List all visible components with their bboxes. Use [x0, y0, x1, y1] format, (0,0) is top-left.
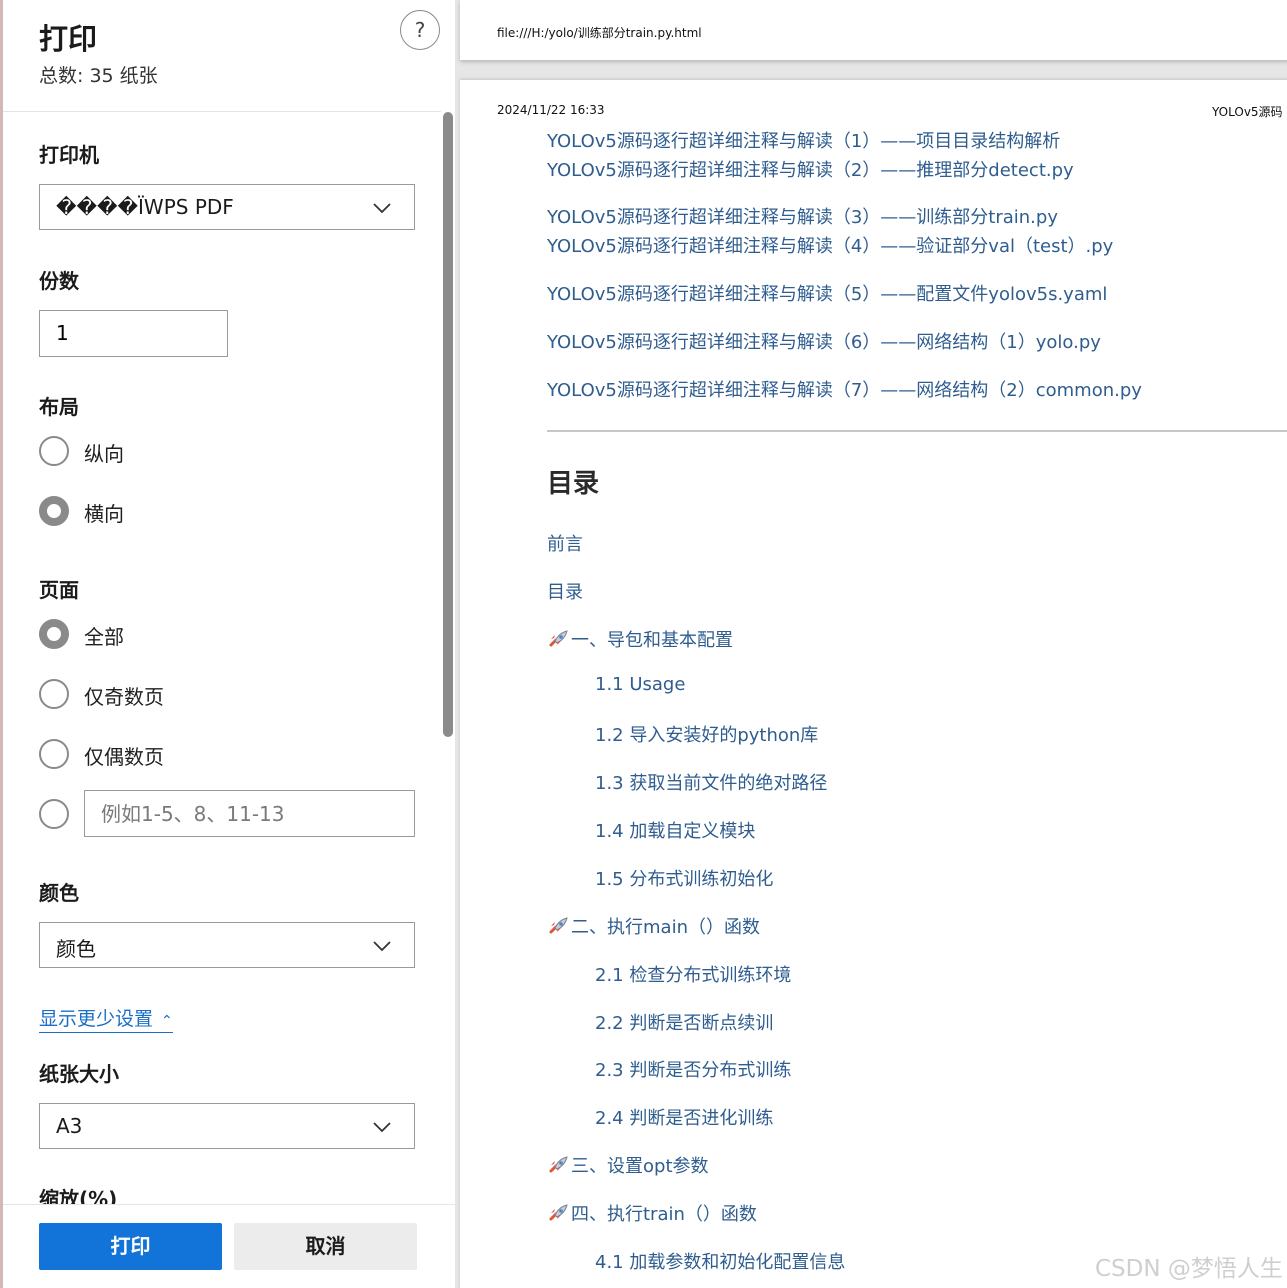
toc-item: 1.2 导入安装好的python库 — [595, 721, 818, 747]
series-link: YOLOv5源码逐行超详细注释与解读（7）——网络结构（2）common.py — [547, 380, 1142, 401]
toc-item-label: 2.2 判断是否断点续训 — [595, 1013, 774, 1034]
page-header-date: 2024/11/22 16:33 — [497, 103, 605, 117]
radio-even-pages[interactable] — [39, 739, 69, 769]
radio-custom-range[interactable] — [39, 799, 69, 829]
series-link: YOLOv5源码逐行超详细注释与解读（4）——验证部分val（test）.py — [547, 236, 1114, 257]
radio-portrait[interactable] — [39, 436, 69, 466]
scale-label: 缩放(%) — [39, 1187, 118, 1204]
toc-item-label: 1.1 Usage — [595, 674, 686, 695]
settings-scroll-area: 打印机 ����ÏWPS PDF 份数 布局 纵向 横向 页面 全部 仅奇数页 … — [3, 112, 441, 1204]
chevron-down-icon — [373, 1122, 391, 1133]
chevron-up-icon: ⌃ — [161, 1013, 173, 1029]
series-link: YOLOv5源码逐行超详细注释与解读（5）——配置文件yolov5s.yaml — [547, 284, 1108, 305]
toc-item-label: 一、导包和基本配置 — [571, 630, 733, 651]
series-link: YOLOv5源码逐行超详细注释与解读（2）——推理部分detect.py — [547, 160, 1074, 181]
toc-item-label: 2.1 检查分布式训练环境 — [595, 965, 792, 986]
fewer-settings-link[interactable]: 显示更少设置 ⌃ — [39, 1004, 173, 1033]
toc-item: 1.5 分布式训练初始化 — [595, 865, 773, 891]
toc-item: 2.2 判断是否断点续训 — [595, 1009, 773, 1035]
fewer-settings-label: 显示更少设置 — [39, 1008, 154, 1030]
copies-field[interactable] — [39, 310, 228, 357]
paper-size-select[interactable]: A3 — [39, 1103, 415, 1149]
toc-item: 2.3 判断是否分布式训练 — [595, 1056, 791, 1082]
action-footer: 打印 取消 — [3, 1204, 455, 1288]
series-link: YOLOv5源码逐行超详细注释与解读（3）——训练部分train.py — [547, 207, 1058, 228]
even-pages-label: 仅偶数页 — [84, 745, 164, 769]
printer-value: ����ÏWPS PDF — [56, 195, 234, 219]
scrollbar-thumb[interactable] — [443, 112, 453, 737]
series-link: YOLOv5源码逐行超详细注释与解读（1）——项目目录结构解析 — [547, 131, 1061, 152]
toc-item: 2.1 检查分布式训练环境 — [595, 961, 791, 987]
toc-item: 二、执行main（）函数 — [547, 913, 760, 939]
printer-select[interactable]: ����ÏWPS PDF — [39, 184, 415, 230]
preview-page-1: file:///H:/yolo/训练部分train.py.html — [460, 0, 1287, 60]
chevron-down-icon — [373, 941, 391, 952]
printer-label: 打印机 — [39, 143, 99, 167]
toc-item-label: 1.3 获取当前文件的绝对路径 — [595, 773, 828, 794]
rocket-icon — [549, 917, 568, 934]
toc-item: 三、设置opt参数 — [547, 1152, 709, 1178]
toc-item: 目录 — [547, 578, 583, 604]
toc-item-label: 三、设置opt参数 — [571, 1156, 709, 1177]
toc-item-label: 二、执行main（）函数 — [571, 917, 760, 938]
landscape-label: 横向 — [84, 502, 124, 526]
print-preview[interactable]: file:///H:/yolo/训练部分train.py.html 2024/1… — [455, 0, 1287, 1288]
radio-odd-pages[interactable] — [39, 679, 69, 709]
toc-item-label: 1.4 加载自定义模块 — [595, 821, 756, 842]
rocket-icon — [549, 1204, 568, 1221]
print-panel: 打印 总数: 35 纸张 ? 打印机 ����ÏWPS PDF 份数 布局 纵向… — [0, 0, 455, 1288]
toc-item: 四、执行train（）函数 — [547, 1200, 757, 1226]
layout-label: 布局 — [39, 395, 79, 419]
pages-label: 页面 — [39, 578, 79, 602]
page-footer-url: file:///H:/yolo/训练部分train.py.html — [497, 26, 702, 40]
settings-scrollbar[interactable] — [441, 112, 455, 1204]
color-label: 颜色 — [39, 881, 79, 905]
rocket-icon — [549, 1156, 568, 1173]
portrait-label: 纵向 — [84, 442, 124, 466]
sheet-count: 总数: 35 纸张 — [39, 65, 158, 87]
radio-all-pages[interactable] — [39, 619, 69, 649]
all-pages-label: 全部 — [84, 625, 124, 649]
page-range-input[interactable] — [101, 802, 401, 826]
toc-item: 4.1 加载参数和初始化配置信息 — [595, 1248, 845, 1274]
preview-page-2: 2024/11/22 16:33 YOLOv5源码 YOLOv5源码逐行超详细注… — [460, 80, 1287, 1288]
paper-size-label: 纸张大小 — [39, 1062, 119, 1086]
color-value: 颜色 — [56, 937, 96, 961]
copies-label: 份数 — [39, 269, 79, 293]
page-header-title: YOLOv5源码 — [1212, 105, 1283, 119]
toc-item: 1.3 获取当前文件的绝对路径 — [595, 769, 827, 795]
panel-title: 打印 — [39, 22, 98, 56]
color-select[interactable]: 颜色 — [39, 922, 415, 968]
toc-item: 一、导包和基本配置 — [547, 626, 733, 652]
print-button[interactable]: 打印 — [39, 1223, 222, 1270]
toc-heading: 目录 — [547, 469, 600, 499]
odd-pages-label: 仅奇数页 — [84, 685, 164, 709]
toc-item: 1.1 Usage — [595, 674, 685, 695]
horizontal-rule — [547, 430, 1287, 432]
toc-item-label: 2.3 判断是否分布式训练 — [595, 1060, 792, 1081]
toc-item-label: 前言 — [547, 534, 583, 555]
toc-item-label: 2.4 判断是否进化训练 — [595, 1108, 774, 1129]
paper-size-value: A3 — [56, 1114, 83, 1138]
rocket-icon — [549, 630, 568, 647]
watermark: CSDN @梦悟人生 — [1095, 1256, 1283, 1282]
toc-item: 前言 — [547, 530, 583, 556]
copies-input[interactable] — [56, 321, 206, 345]
series-link: YOLOv5源码逐行超详细注释与解读（6）——网络结构（1）yolo.py — [547, 332, 1101, 353]
toc-item-label: 4.1 加载参数和初始化配置信息 — [595, 1252, 846, 1273]
page-range-field[interactable] — [84, 790, 415, 837]
cancel-button[interactable]: 取消 — [234, 1223, 417, 1270]
toc-item-label: 1.2 导入安装好的python库 — [595, 725, 819, 746]
chevron-down-icon — [373, 203, 391, 214]
toc-item-label: 目录 — [547, 582, 583, 603]
toc-item: 2.4 判断是否进化训练 — [595, 1104, 773, 1130]
radio-landscape[interactable] — [39, 496, 69, 526]
toc-item-label: 1.5 分布式训练初始化 — [595, 869, 774, 890]
help-button[interactable]: ? — [400, 10, 440, 50]
toc-item-label: 四、执行train（）函数 — [571, 1204, 757, 1225]
toc-item: 1.4 加载自定义模块 — [595, 817, 755, 843]
